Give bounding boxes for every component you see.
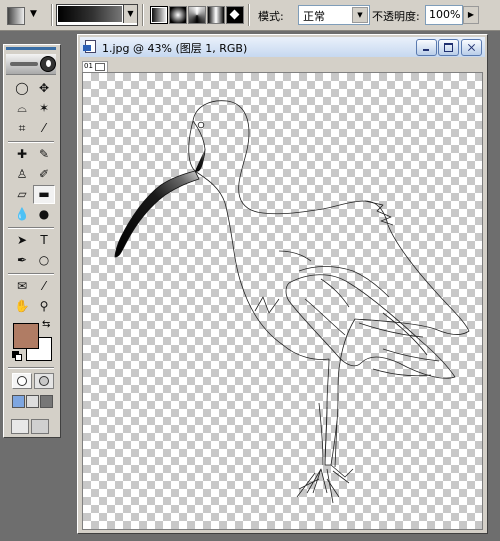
photoshop-document-icon <box>83 39 97 53</box>
lasso-tool-icon[interactable]: ⌓ <box>11 99 33 118</box>
divider <box>8 227 54 229</box>
blend-mode-select[interactable]: 正常 ▼ <box>298 5 370 25</box>
bird-legs <box>318 402 338 468</box>
circle-icon <box>39 376 49 386</box>
ibis-line-drawing <box>114 100 470 504</box>
bird-feet <box>296 464 354 504</box>
tool-preset-picker[interactable]: ▼ <box>4 5 48 25</box>
options-bar: ▼ ▼ 模式: 正常 ▼ 不透明度: 100% ▶ <box>0 0 500 31</box>
clone-stamp-tool-icon[interactable]: ♙ <box>11 165 33 184</box>
imageready-icon <box>11 419 29 434</box>
angle-gradient-button[interactable] <box>188 6 206 24</box>
default-colors-icon[interactable] <box>12 351 22 361</box>
chevron-down-icon[interactable]: ▼ <box>123 5 137 23</box>
full-screen-mode-button[interactable] <box>40 395 53 408</box>
hand-tool-icon[interactable]: ✋ <box>11 297 33 316</box>
zoom-tool-icon[interactable]: ⚲ <box>33 297 55 316</box>
chevron-down-icon: ▼ <box>30 9 37 19</box>
circle-icon <box>17 376 27 386</box>
app-logo[interactable] <box>6 54 56 75</box>
standard-screen-mode-button[interactable] <box>12 395 25 408</box>
full-screen-menu-mode-button[interactable] <box>26 395 39 408</box>
gradient-tool-icon <box>7 7 25 25</box>
radial-gradient-button[interactable] <box>169 6 187 24</box>
gradient-picker[interactable]: ▼ <box>56 4 138 26</box>
minimize-button[interactable] <box>416 39 437 56</box>
divider <box>51 4 53 26</box>
maximize-button[interactable] <box>438 39 459 56</box>
history-brush-tool-icon[interactable]: ✐ <box>33 165 55 184</box>
divider <box>8 367 54 369</box>
document-title: 1.jpg @ 43% (图层 1, RGB) <box>102 42 248 55</box>
jump-to-imageready-button[interactable] <box>11 419 51 434</box>
feather-icon <box>10 62 38 66</box>
opacity-field[interactable]: 100% <box>425 5 463 25</box>
bird-eye <box>197 121 205 129</box>
dodge-tool-icon[interactable]: ● <box>33 205 55 224</box>
document-window: 1.jpg @ 43% (图层 1, RGB) 01 <box>77 34 488 534</box>
linear-gradient-button[interactable] <box>150 6 168 24</box>
eye-icon <box>40 56 56 72</box>
gradient-tool-icon[interactable]: ▬ <box>33 185 55 204</box>
pen-tool-icon[interactable]: ✒ <box>11 251 33 270</box>
healing-brush-tool-icon[interactable]: ✚ <box>11 145 33 164</box>
document-titlebar[interactable]: 1.jpg @ 43% (图层 1, RGB) <box>80 37 485 57</box>
reflected-gradient-button[interactable] <box>207 6 225 24</box>
toolbox-grip[interactable] <box>6 47 56 50</box>
close-button[interactable] <box>461 39 482 56</box>
shape-tool-icon[interactable]: ○ <box>33 251 55 270</box>
mode-label: 模式: <box>258 10 284 23</box>
eyedropper-tool-icon[interactable]: ⁄ <box>33 277 55 296</box>
brush-tool-icon[interactable]: ✎ <box>33 145 55 164</box>
move-tool-icon[interactable]: ✥ <box>33 79 55 98</box>
blend-mode-value: 正常 <box>303 10 325 23</box>
blur-tool-icon[interactable]: 💧 <box>11 205 33 224</box>
opacity-label: 不透明度: <box>372 10 420 23</box>
ruler-origin-label: 01 <box>84 62 93 70</box>
crop-tool-icon[interactable]: ⌗ <box>11 119 33 138</box>
path-selection-tool-icon[interactable]: ➤ <box>11 231 33 250</box>
divider <box>8 141 54 143</box>
quick-mask-button[interactable] <box>34 373 54 389</box>
opacity-value: 100% <box>429 8 461 21</box>
standard-mode-button[interactable] <box>12 373 32 389</box>
opacity-slider-button[interactable]: ▶ <box>463 6 479 24</box>
foreground-color-swatch[interactable] <box>13 323 39 349</box>
image-canvas[interactable] <box>82 72 483 530</box>
magic-wand-tool-icon[interactable]: ✶ <box>33 99 55 118</box>
bird-body-outline <box>188 100 470 466</box>
marquee-tool-icon[interactable]: ◯ <box>11 79 33 98</box>
toolbox: ◯ ✥ ⌓ ✶ ⌗ ⁄ ✚ ✎ ♙ ✐ ▱ ▬ 💧 ● ➤ T ✒ ○ ✉ ⁄ … <box>3 44 61 438</box>
chevron-down-icon: ▼ <box>352 7 368 23</box>
ruler-toggle-icon <box>95 63 105 71</box>
slice-tool-icon[interactable]: ⁄ <box>33 119 55 138</box>
diamond-gradient-button[interactable] <box>226 6 244 24</box>
notes-tool-icon[interactable]: ✉ <box>11 277 33 296</box>
eraser-tool-icon[interactable]: ▱ <box>11 185 33 204</box>
divider <box>142 4 144 26</box>
divider <box>8 273 54 275</box>
type-tool-icon[interactable]: T <box>33 231 55 250</box>
arrow-icon <box>31 419 49 434</box>
gradient-swatch <box>58 6 122 22</box>
swap-colors-icon[interactable]: ⇆ <box>42 319 50 330</box>
bird-beak-gradient <box>114 170 200 258</box>
divider <box>248 4 250 26</box>
